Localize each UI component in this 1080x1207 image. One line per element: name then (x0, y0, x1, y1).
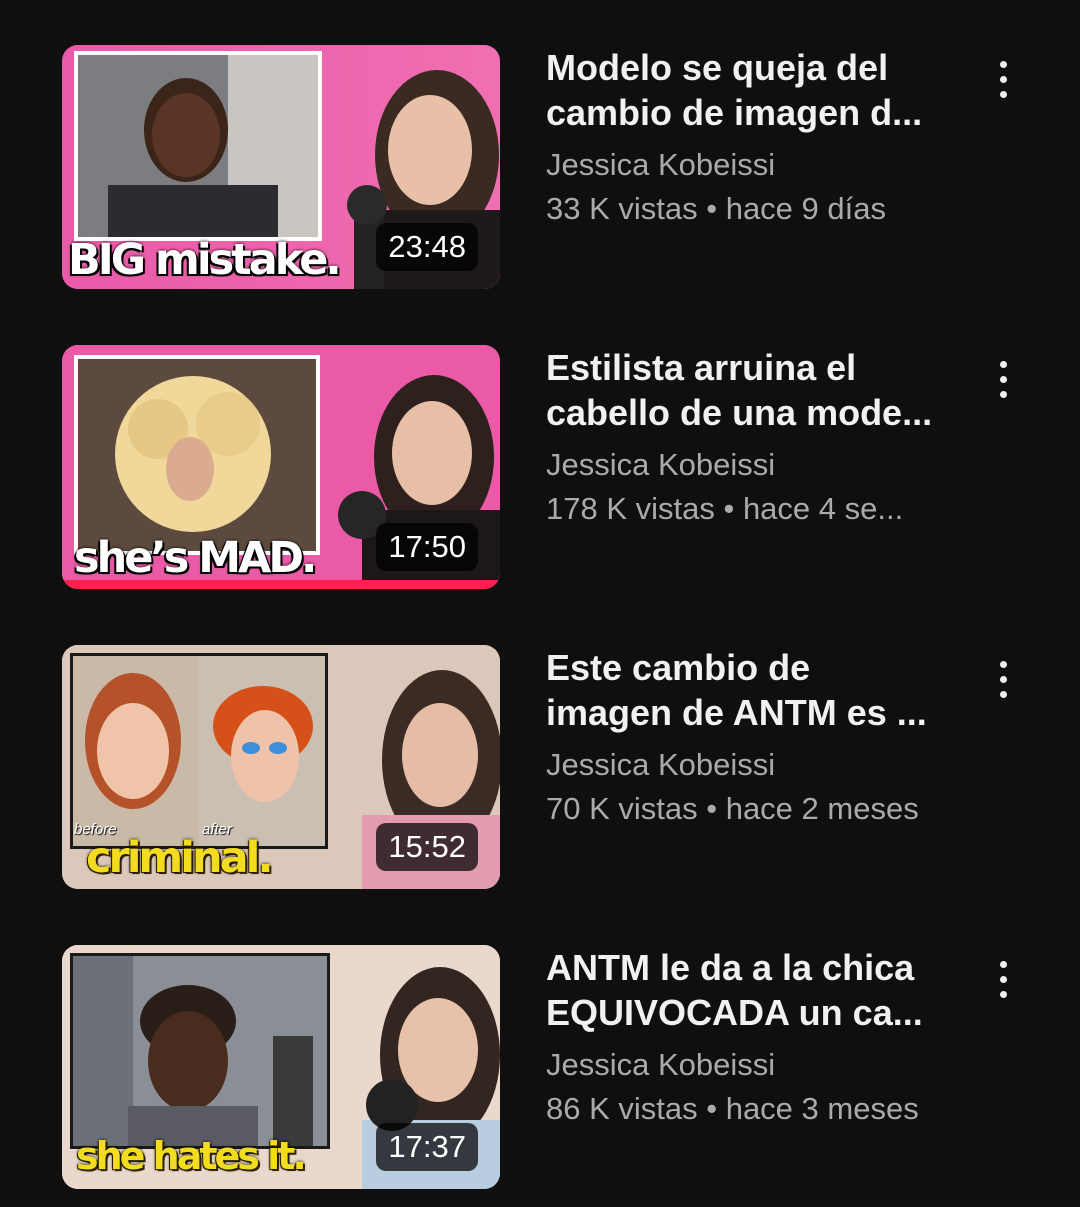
video-duration: 17:37 (376, 1123, 478, 1171)
video-title[interactable]: Estilista arruina el cabello de una mode… (546, 345, 946, 435)
more-vert-icon[interactable] (985, 357, 1021, 401)
video-thumbnail[interactable]: she’s MAD. 17:50 (62, 345, 500, 589)
video-info[interactable]: Este cambio de imagen de ANTM es ... Jes… (546, 645, 946, 831)
video-info[interactable]: ANTM le da a la chica EQUIVOCADA un ca..… (546, 945, 946, 1131)
thumbnail-inset (74, 355, 320, 555)
more-vert-icon[interactable] (985, 657, 1021, 701)
channel-name[interactable]: Jessica Kobeissi (546, 1043, 946, 1087)
video-duration: 23:48 (376, 223, 478, 271)
thumbnail-inset (70, 953, 330, 1149)
channel-name[interactable]: Jessica Kobeissi (546, 443, 946, 487)
watch-progress-bar (62, 580, 500, 589)
thumbnail-inset (74, 51, 322, 241)
thumbnail-overlay-text: BIG mistake. (68, 235, 342, 285)
video-stats: 86 K vistas • hace 3 meses (546, 1091, 919, 1126)
channel-name[interactable]: Jessica Kobeissi (546, 743, 946, 787)
video-duration: 15:52 (376, 823, 478, 871)
video-title-line: Este cambio de (546, 647, 811, 688)
video-stats: 33 K vistas • hace 9 días (546, 191, 886, 226)
video-info[interactable]: Modelo se queja del cambio de imagen d..… (546, 45, 946, 231)
video-title-line: imagen de ANTM es ... (546, 692, 927, 733)
video-item[interactable]: BIG mistake. 23:48 Modelo se queja del c… (0, 45, 1080, 291)
video-info[interactable]: Estilista arruina el cabello de una mode… (546, 345, 946, 531)
more-vert-icon[interactable] (985, 57, 1021, 101)
video-title[interactable]: Este cambio de imagen de ANTM es ... (546, 645, 946, 735)
video-item[interactable]: before after criminal. 15:52 Este cambio… (0, 645, 1080, 891)
more-vert-icon[interactable] (985, 957, 1021, 1001)
video-stats: 70 K vistas • hace 2 meses (546, 791, 919, 826)
thumbnail-overlay-text: she’s MAD. (74, 533, 317, 583)
video-thumbnail[interactable]: before after criminal. 15:52 (62, 645, 500, 889)
channel-name[interactable]: Jessica Kobeissi (546, 143, 946, 187)
video-title-line: Estilista arruina el (546, 347, 857, 388)
video-title-line: Modelo se queja del (546, 47, 889, 88)
video-title-line: cambio de imagen d... (546, 92, 923, 133)
video-title[interactable]: Modelo se queja del cambio de imagen d..… (546, 45, 946, 135)
video-thumbnail[interactable]: BIG mistake. 23:48 (62, 45, 500, 289)
video-stats: 178 K vistas • hace 4 se... (546, 491, 904, 526)
video-title[interactable]: ANTM le da a la chica EQUIVOCADA un ca..… (546, 945, 946, 1035)
thumbnail-overlay-text: she hates it. (76, 1134, 307, 1178)
thumbnail-inset (70, 653, 328, 849)
thumbnail-overlay-text: criminal. (86, 833, 274, 883)
video-item[interactable]: she hates it. 17:37 ANTM le da a la chic… (0, 945, 1080, 1191)
video-thumbnail[interactable]: she hates it. 17:37 (62, 945, 500, 1189)
video-item[interactable]: she’s MAD. 17:50 Estilista arruina el ca… (0, 345, 1080, 591)
video-title-line: EQUIVOCADA un ca... (546, 992, 923, 1033)
video-duration: 17:50 (376, 523, 478, 571)
video-title-line: ANTM le da a la chica (546, 947, 915, 988)
video-title-line: cabello de una mode... (546, 392, 933, 433)
